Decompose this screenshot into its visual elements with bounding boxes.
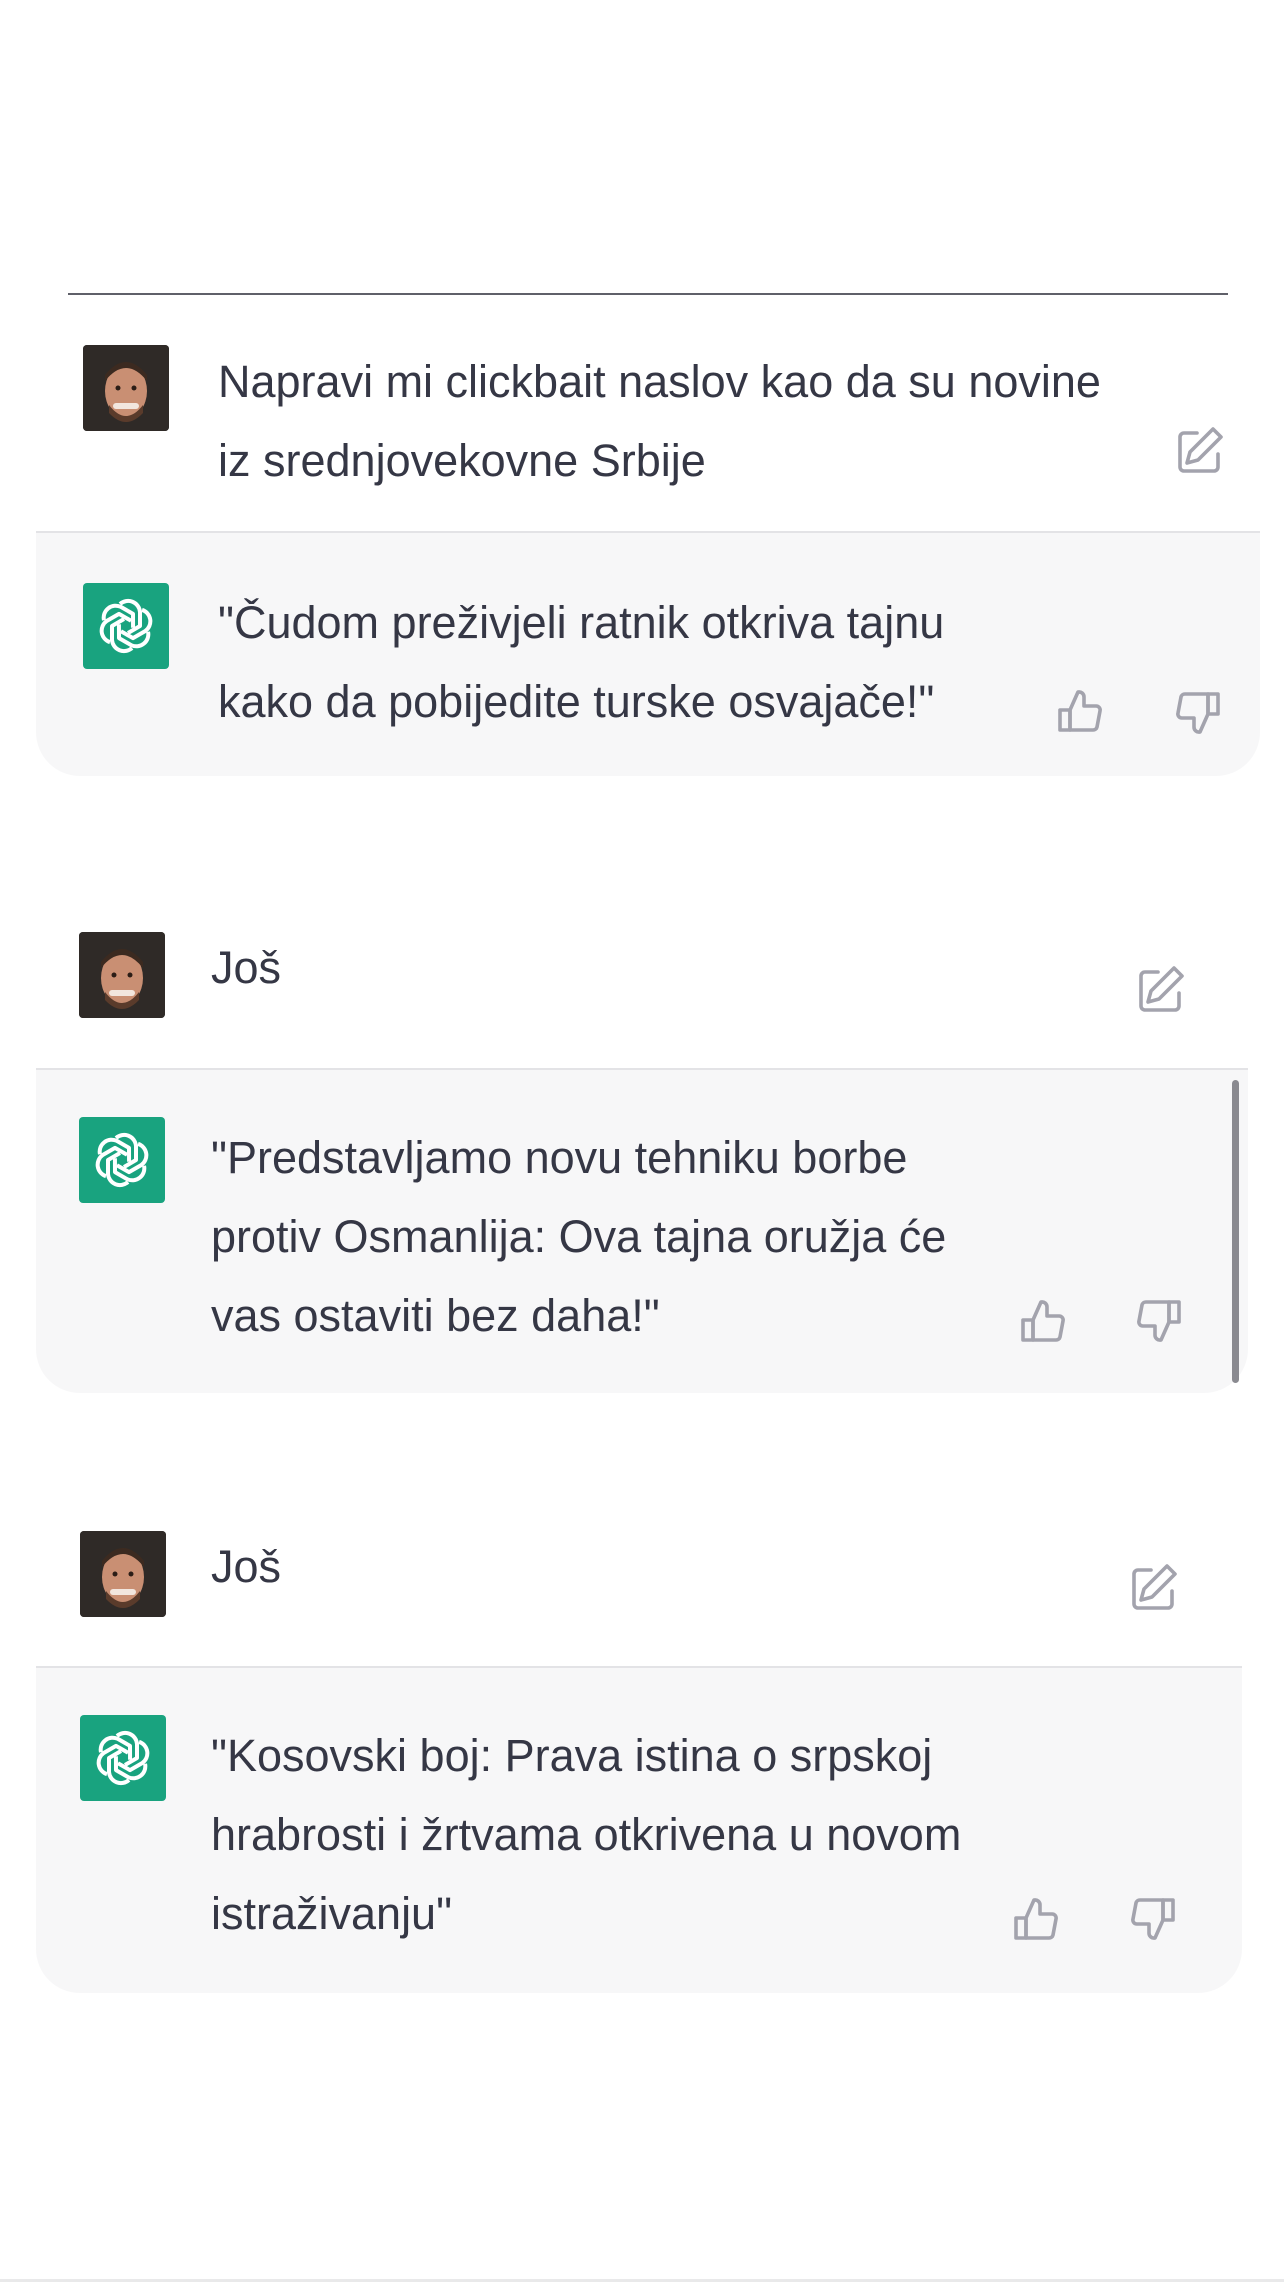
user-avatar [79,932,165,1018]
assistant-message-text: "Kosovski boj: Prava istina o srpskoj hr… [211,1730,962,1939]
edit-icon[interactable] [1124,1558,1184,1618]
assistant-message-text: "Čudom preživjeli ratnik otkriva tajnu k… [218,597,945,727]
chatgpt-avatar [79,1117,165,1203]
edit-icon[interactable] [1170,421,1230,481]
chatgpt-avatar [80,1715,166,1801]
scrollbar[interactable] [1232,1080,1239,1383]
thumbs-down-icon[interactable] [1127,1289,1187,1349]
user-avatar [80,1531,166,1617]
user-avatar [83,345,169,431]
edit-icon[interactable] [1131,960,1191,1020]
user-message-text: Još [211,942,282,993]
thumbs-up-icon[interactable] [1008,1891,1068,1951]
chatgpt-avatar [83,583,169,669]
thumbs-up-icon[interactable] [1052,683,1112,743]
thumbs-down-icon[interactable] [1121,1887,1181,1947]
thumbs-down-icon[interactable] [1166,681,1226,741]
user-message-text: Još [211,1541,282,1592]
top-divider [68,293,1228,295]
user-message-text: Napravi mi clickbait naslov kao da su no… [218,356,1101,486]
assistant-message-text: "Predstavljamo novu tehniku borbe protiv… [211,1132,947,1341]
thumbs-up-icon[interactable] [1015,1293,1075,1353]
